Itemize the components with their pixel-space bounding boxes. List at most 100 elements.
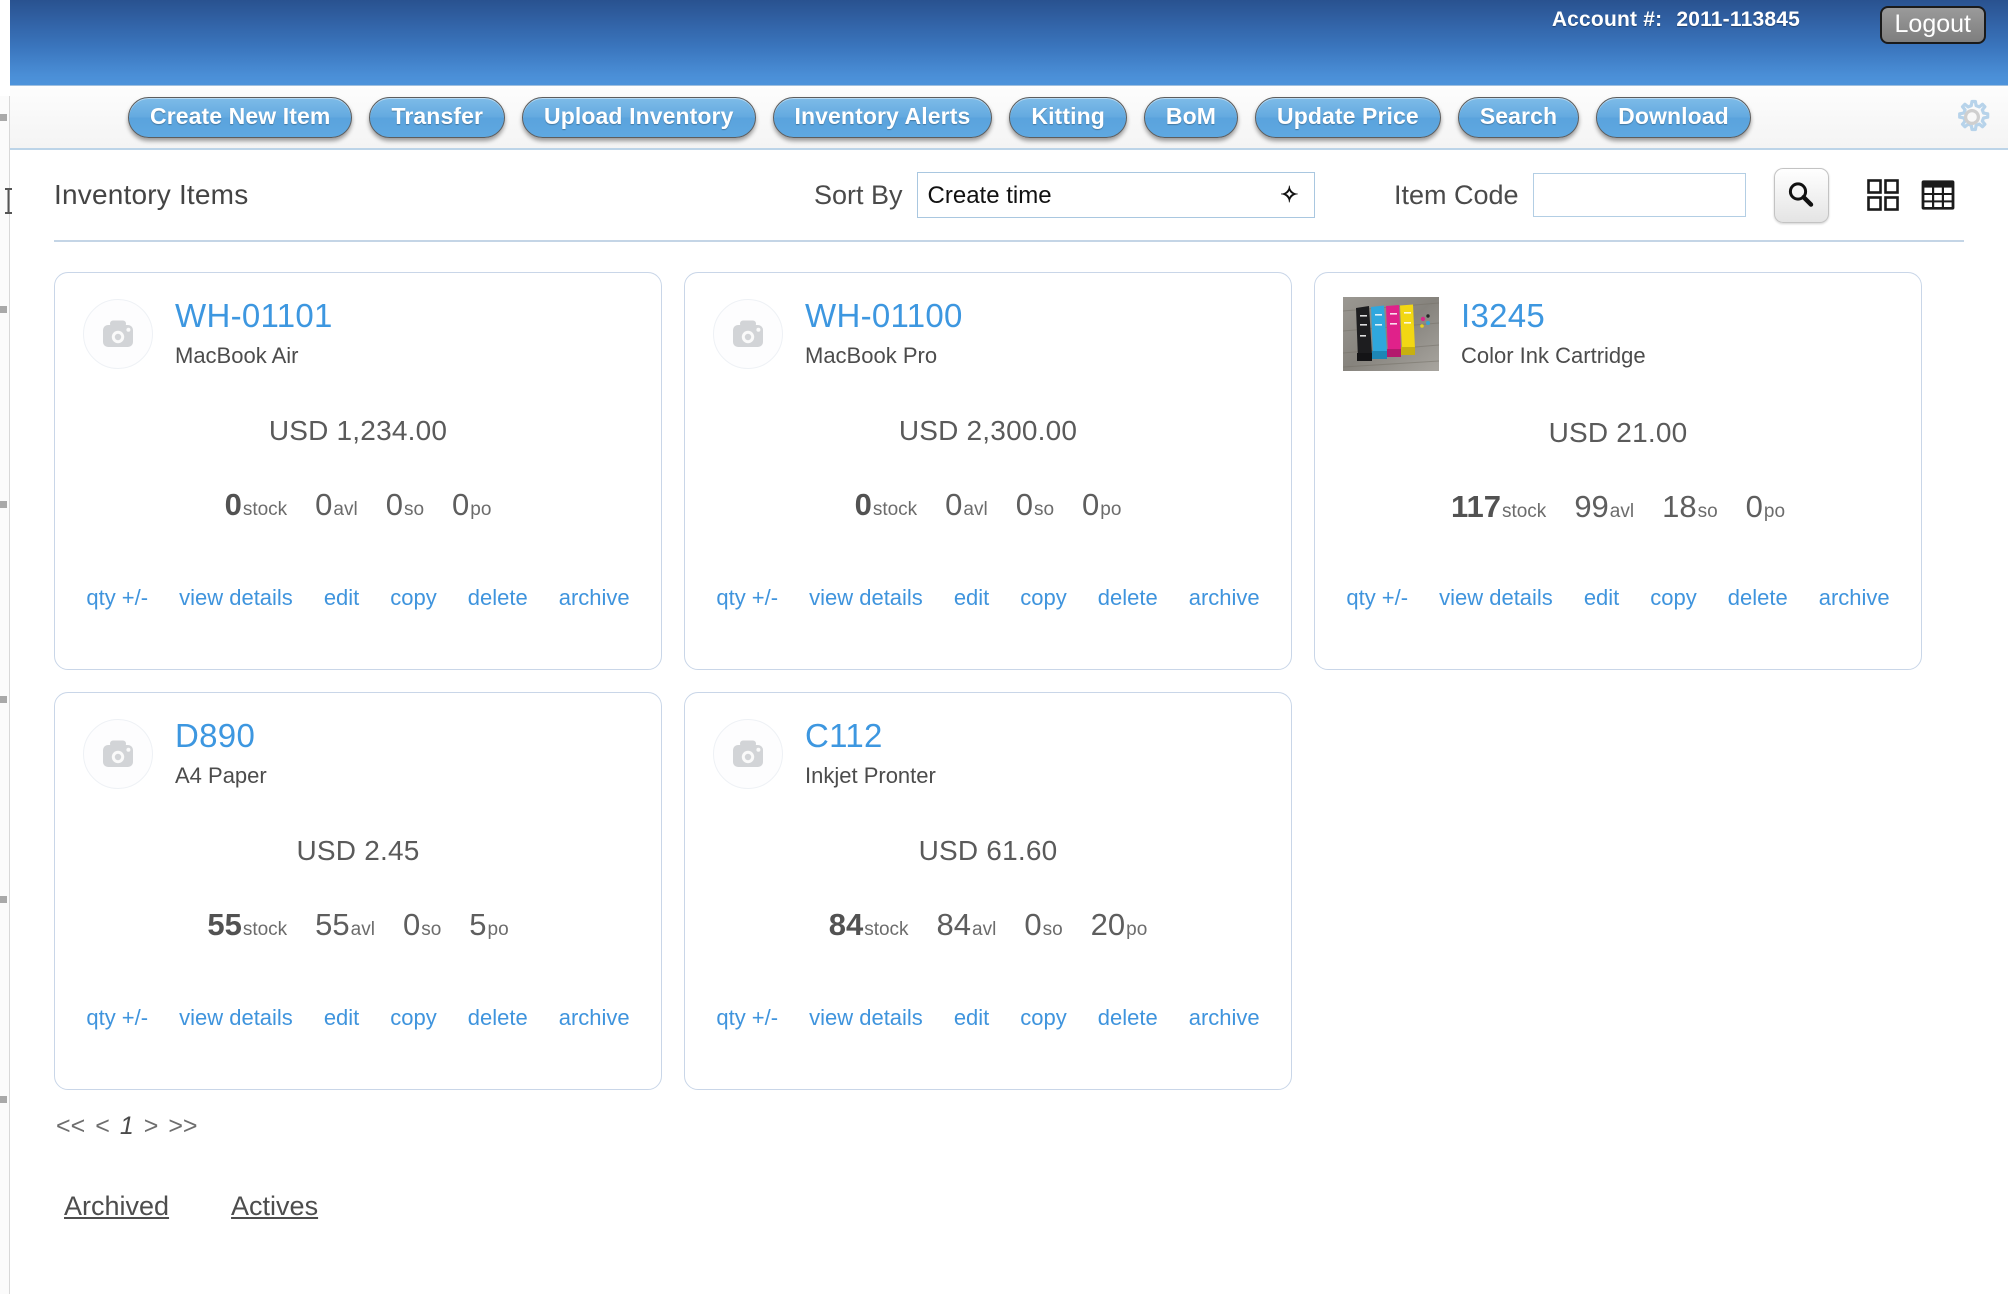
stat-po-label: po bbox=[470, 499, 492, 520]
item-code-link[interactable]: WH-01101 bbox=[175, 298, 333, 334]
table-view-icon[interactable] bbox=[1920, 178, 1956, 212]
archive-link[interactable]: archive bbox=[1189, 585, 1260, 611]
nav-button-upload-inventory[interactable]: Upload Inventory bbox=[522, 96, 756, 138]
qty-adjust-link[interactable]: qty +/- bbox=[86, 1005, 148, 1031]
image-placeholder-icon bbox=[83, 299, 153, 369]
actives-link[interactable]: Actives bbox=[231, 1191, 318, 1222]
inventory-card-grid: WH-01101 MacBook Air USD 1,234.00 0 stoc… bbox=[54, 242, 1964, 1090]
stat-so: 0 so bbox=[403, 907, 441, 943]
qty-adjust-link[interactable]: qty +/- bbox=[716, 1005, 778, 1031]
image-placeholder-icon bbox=[713, 299, 783, 369]
item-price: USD 61.60 bbox=[918, 835, 1058, 866]
stat-stock-value: 55 bbox=[207, 907, 242, 942]
stat-so: 0 so bbox=[386, 487, 424, 523]
edit-link[interactable]: edit bbox=[954, 585, 989, 611]
grid-view-icon[interactable] bbox=[1866, 178, 1900, 212]
logout-button[interactable]: Logout bbox=[1879, 6, 1986, 45]
delete-link[interactable]: delete bbox=[1098, 1005, 1158, 1031]
account-info: Account #: 2011-113845 bbox=[1552, 8, 1800, 32]
pagination-first[interactable]: << bbox=[56, 1112, 85, 1141]
archive-link[interactable]: archive bbox=[1819, 585, 1890, 611]
item-code-link[interactable]: C112 bbox=[805, 718, 936, 754]
item-description: Color Ink Cartridge bbox=[1461, 342, 1646, 368]
inventory-card[interactable]: WH-01100 MacBook Pro USD 2,300.00 0 stoc… bbox=[684, 272, 1292, 670]
item-code-link[interactable]: WH-01100 bbox=[805, 298, 963, 334]
delete-link[interactable]: delete bbox=[1728, 585, 1788, 611]
copy-link[interactable]: copy bbox=[1020, 1005, 1066, 1031]
card-action-links: qty +/- view details edit copy delete ar… bbox=[55, 585, 661, 611]
archive-link[interactable]: archive bbox=[1189, 1005, 1260, 1031]
search-icon[interactable] bbox=[1773, 167, 1829, 223]
stat-so-label: so bbox=[1697, 501, 1718, 522]
edit-link[interactable]: edit bbox=[324, 1005, 359, 1031]
nav-button-bom[interactable]: BoM bbox=[1143, 96, 1238, 138]
qty-adjust-link[interactable]: qty +/- bbox=[1346, 585, 1408, 611]
nav-button-kitting[interactable]: Kitting bbox=[1009, 96, 1127, 138]
item-code-link[interactable]: I3245 bbox=[1461, 298, 1646, 334]
nav-button-transfer[interactable]: Transfer bbox=[369, 96, 506, 138]
stat-stock: 0 stock bbox=[225, 487, 288, 523]
delete-link[interactable]: delete bbox=[468, 585, 528, 611]
gear-icon[interactable] bbox=[1950, 95, 1994, 139]
delete-link[interactable]: delete bbox=[1098, 585, 1158, 611]
stat-avl-value: 0 bbox=[945, 487, 963, 522]
left-scroll-gutter[interactable] bbox=[0, 96, 10, 1294]
stat-po: 0 po bbox=[1746, 489, 1785, 525]
stat-avl: 55 avl bbox=[315, 907, 375, 943]
item-stats: 84 stock 84 avl 0 so 20 po bbox=[713, 907, 1263, 943]
archived-link[interactable]: Archived bbox=[64, 1191, 169, 1222]
stat-avl: 0 avl bbox=[315, 487, 358, 523]
item-thumbnail-image bbox=[1343, 297, 1439, 371]
stat-so-value: 0 bbox=[1024, 907, 1042, 942]
inventory-card[interactable]: I3245 Color Ink Cartridge USD 21.00 117 … bbox=[1314, 272, 1922, 670]
pagination-current-page[interactable]: 1 bbox=[120, 1112, 134, 1141]
stat-stock-label: stock bbox=[242, 919, 288, 940]
edit-link[interactable]: edit bbox=[1584, 585, 1619, 611]
copy-link[interactable]: copy bbox=[390, 585, 436, 611]
qty-adjust-link[interactable]: qty +/- bbox=[716, 585, 778, 611]
stat-so-value: 0 bbox=[385, 487, 403, 522]
qty-adjust-link[interactable]: qty +/- bbox=[86, 585, 148, 611]
pagination-prev[interactable]: < bbox=[95, 1112, 110, 1141]
item-stats: 55 stock 55 avl 0 so 5 po bbox=[83, 907, 633, 943]
inventory-card[interactable]: C112 Inkjet Pronter USD 61.60 84 stock 8… bbox=[684, 692, 1292, 1090]
stat-po-label: po bbox=[1126, 919, 1148, 940]
item-code-input[interactable] bbox=[1532, 173, 1746, 217]
nav-button-search[interactable]: Search bbox=[1457, 96, 1580, 138]
stat-so-label: so bbox=[1042, 919, 1063, 940]
stat-po: 20 po bbox=[1091, 907, 1148, 943]
archive-link[interactable]: archive bbox=[559, 1005, 630, 1031]
stat-avl-value: 84 bbox=[936, 907, 972, 942]
view-details-link[interactable]: view details bbox=[1439, 585, 1553, 611]
edit-link[interactable]: edit bbox=[954, 1005, 989, 1031]
archive-link[interactable]: archive bbox=[559, 585, 630, 611]
stat-so-label: so bbox=[421, 919, 442, 940]
view-details-link[interactable]: view details bbox=[809, 1005, 923, 1031]
stat-po-value: 5 bbox=[469, 907, 487, 942]
copy-link[interactable]: copy bbox=[1650, 585, 1696, 611]
pagination-last[interactable]: >> bbox=[168, 1112, 197, 1141]
pagination-next[interactable]: > bbox=[144, 1112, 159, 1141]
card-action-links: qty +/- view details edit copy delete ar… bbox=[685, 1005, 1291, 1031]
footer-links: Archived Actives bbox=[54, 1191, 1964, 1222]
nav-button-update-price[interactable]: Update Price bbox=[1255, 96, 1441, 138]
content-area: Inventory Items Sort By Create time ✧ It… bbox=[10, 150, 2008, 1222]
inventory-card[interactable]: WH-01101 MacBook Air USD 1,234.00 0 stoc… bbox=[54, 272, 662, 670]
nav-button-download[interactable]: Download bbox=[1596, 96, 1751, 138]
item-code-link[interactable]: D890 bbox=[175, 718, 267, 754]
stat-po: 0 po bbox=[1082, 487, 1121, 523]
sort-by-select[interactable]: Create time bbox=[916, 172, 1315, 218]
view-details-link[interactable]: view details bbox=[179, 585, 293, 611]
edit-link[interactable]: edit bbox=[324, 585, 359, 611]
delete-link[interactable]: delete bbox=[468, 1005, 528, 1031]
stat-stock-label: stock bbox=[872, 499, 918, 520]
copy-link[interactable]: copy bbox=[1020, 585, 1066, 611]
nav-button-inventory-alerts[interactable]: Inventory Alerts bbox=[772, 96, 993, 138]
inventory-card[interactable]: D890 A4 Paper USD 2.45 55 stock 55 avl 0… bbox=[54, 692, 662, 1090]
view-details-link[interactable]: view details bbox=[809, 585, 923, 611]
pagination: << < 1 > >> bbox=[54, 1112, 1964, 1141]
copy-link[interactable]: copy bbox=[390, 1005, 436, 1031]
item-code-label: Item Code bbox=[1394, 179, 1519, 210]
nav-button-create-new-item[interactable]: Create New Item bbox=[128, 96, 353, 138]
view-details-link[interactable]: view details bbox=[179, 1005, 293, 1031]
